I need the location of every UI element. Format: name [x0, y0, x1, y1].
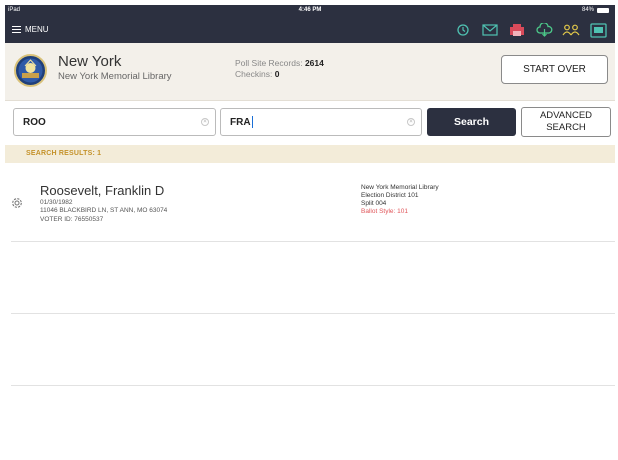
- first-name-field[interactable]: FRA ×: [220, 108, 422, 136]
- checkins-value: 0: [274, 69, 280, 79]
- site-subtitle: New York Memorial Library: [58, 71, 172, 82]
- menu-button[interactable]: MENU: [12, 25, 49, 34]
- nav-row: MENU: [5, 19, 615, 43]
- split: Split 004: [361, 200, 387, 207]
- top-bar: iPad 4:46 PM 84% MENU: [5, 5, 615, 43]
- search-button[interactable]: Search: [427, 108, 516, 136]
- poll-site-records-value: 2614: [304, 58, 324, 68]
- search-row: ROO × FRA × Search ADVANCED SEARCH: [5, 101, 615, 145]
- site-name: New York: [58, 53, 122, 70]
- poll-site-name: New York Memorial Library: [361, 184, 439, 191]
- battery-status: 84%: [582, 7, 609, 13]
- checkins: Checkins: 0: [235, 69, 279, 79]
- hamburger-icon: [12, 26, 21, 33]
- advanced-search-line1: ADVANCED: [539, 110, 593, 121]
- advanced-search-line2: SEARCH: [546, 122, 586, 133]
- row-divider: [11, 313, 615, 314]
- site-header: New York New York Memorial Library Poll …: [5, 43, 615, 101]
- voter-name: Roosevelt, Franklin D: [40, 183, 165, 198]
- voter-address: 11046 BLACKBIRD LN, ST ANN, MO 63074: [40, 207, 168, 214]
- menu-label: MENU: [25, 25, 49, 34]
- first-name-value: FRA: [230, 116, 251, 128]
- cloud-icon[interactable]: [535, 22, 553, 38]
- voter-id: VOTER ID: 76550537: [40, 216, 104, 223]
- poll-site-records: Poll Site Records: 2614: [235, 58, 324, 68]
- sync-icon[interactable]: [454, 22, 472, 38]
- result-row[interactable]: Roosevelt, Franklin D 01/30/1982 11046 B…: [5, 171, 615, 241]
- ballot-style: Ballot Style: 101: [361, 208, 408, 215]
- election-district: Election District 101: [361, 192, 419, 199]
- last-name-value: ROO: [23, 116, 46, 128]
- poll-site-records-label: Poll Site Records:: [235, 58, 303, 68]
- battery-icon: [597, 7, 609, 13]
- row-divider: [11, 241, 615, 242]
- search-results-count: SEARCH RESULTS: 1: [26, 150, 102, 157]
- checkins-label: Checkins:: [235, 69, 273, 79]
- text-cursor: [251, 116, 253, 128]
- printer-icon[interactable]: [508, 22, 526, 38]
- chat-icon[interactable]: [589, 22, 607, 38]
- app-frame: iPad 4:46 PM 84% MENU New York New York …: [5, 5, 615, 457]
- clear-icon[interactable]: ×: [201, 118, 209, 126]
- battery-percent: 84%: [581, 7, 594, 13]
- clear-icon[interactable]: ×: [407, 118, 415, 126]
- status-bar: iPad 4:46 PM 84%: [5, 5, 615, 17]
- nav-icons: [454, 22, 607, 38]
- gear-icon[interactable]: [10, 196, 24, 210]
- state-seal-icon: [14, 54, 47, 87]
- row-divider: [11, 385, 615, 386]
- search-results-bar: SEARCH RESULTS: 1: [5, 145, 615, 163]
- voter-dob: 01/30/1982: [40, 199, 73, 206]
- mail-icon[interactable]: [481, 22, 499, 38]
- advanced-search-button[interactable]: ADVANCED SEARCH: [521, 107, 611, 137]
- status-time: 4:46 PM: [298, 7, 322, 13]
- last-name-field[interactable]: ROO ×: [13, 108, 216, 136]
- users-icon[interactable]: [562, 22, 580, 38]
- start-over-button[interactable]: START OVER: [501, 55, 608, 84]
